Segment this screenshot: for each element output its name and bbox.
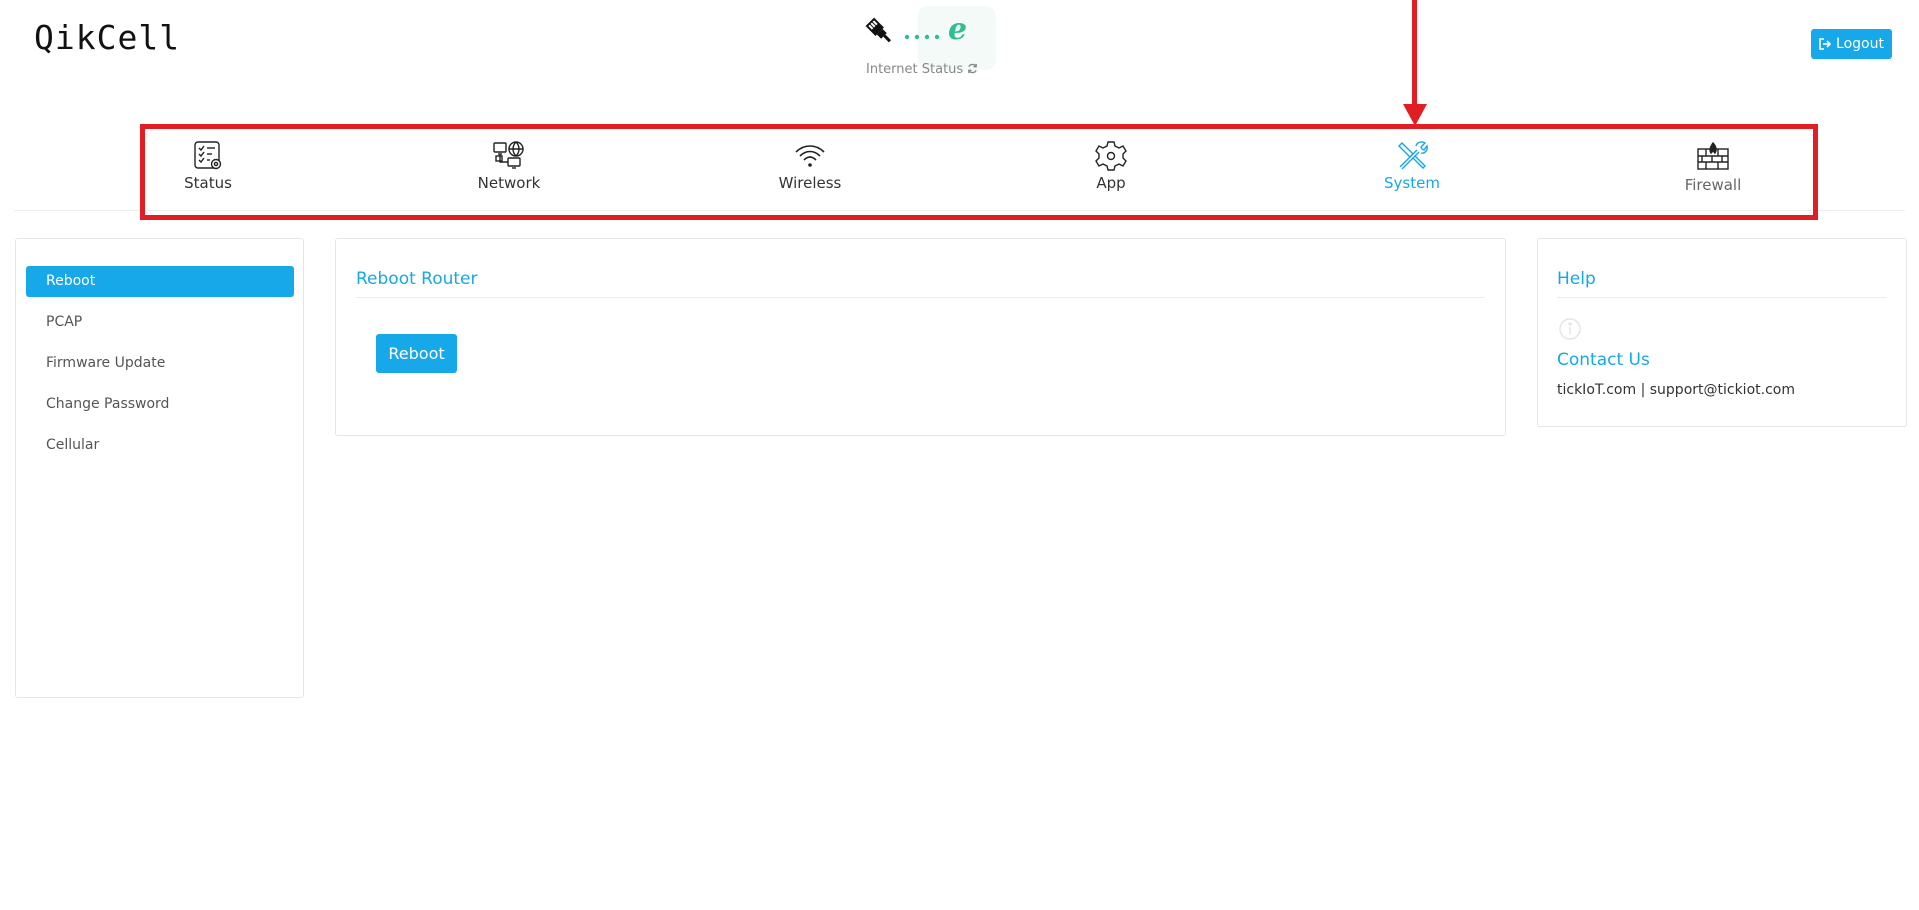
internet-status-widget[interactable]: e Internet Status [860,6,1010,84]
logout-button[interactable]: Logout [1811,29,1892,59]
contact-separator: | [1640,382,1646,398]
sidebar: Reboot PCAP Firmware Update Change Passw… [15,238,304,698]
contact-us-title: Contact Us [1557,350,1650,370]
sidebar-item-cellular[interactable]: Cellular [26,430,294,461]
sidebar-item-reboot[interactable]: Reboot [26,266,294,297]
annotation-arrow-line [1412,0,1417,106]
internet-status-label: Internet Status [866,62,978,77]
logout-label: Logout [1836,36,1884,52]
reboot-router-panel: Reboot Router Reboot [335,238,1506,436]
help-divider [1557,297,1887,298]
annotation-arrow-head [1403,104,1427,126]
panel-divider [356,297,1485,298]
info-icon [1559,318,1581,340]
app-logo: QikCell [34,18,181,57]
contact-website[interactable]: tickIoT.com [1557,382,1636,398]
reboot-button[interactable]: Reboot [376,334,457,373]
refresh-icon[interactable] [967,63,978,74]
contact-info: tickIoT.com | support@tickiot.com [1557,382,1795,398]
logout-icon [1819,38,1832,50]
help-panel: Help Contact Us tickIoT.com | support@ti… [1537,238,1907,427]
sidebar-item-pcap[interactable]: PCAP [26,307,294,338]
internet-status-text: Internet Status [866,62,964,77]
help-title: Help [1557,269,1596,289]
connection-dots-icon [904,34,940,40]
contact-email[interactable]: support@tickiot.com [1650,382,1795,398]
ethernet-plug-icon [865,17,892,43]
annotation-highlight-box [140,124,1818,220]
sidebar-item-change-password[interactable]: Change Password [26,389,294,420]
sidebar-item-firmware-update[interactable]: Firmware Update [26,348,294,379]
internet-explorer-icon: e [948,12,968,47]
panel-title: Reboot Router [356,269,478,289]
